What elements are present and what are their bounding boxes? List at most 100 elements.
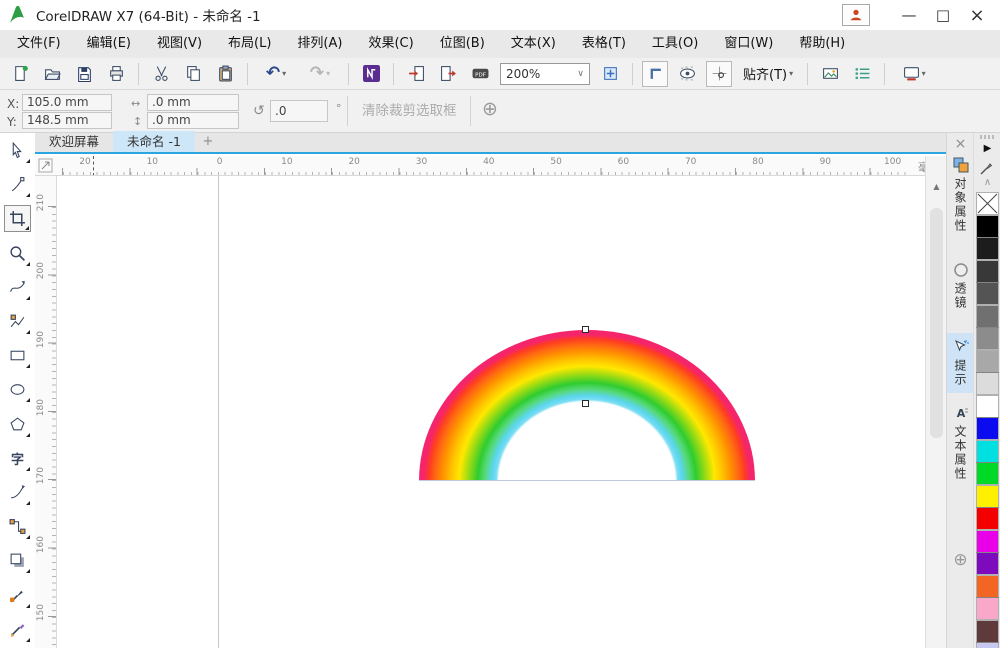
color-swatch-fff000[interactable] (977, 486, 998, 507)
show-grid-button[interactable] (674, 61, 700, 87)
color-swatch-1c1c1c[interactable] (977, 238, 998, 259)
node-handle-inner[interactable] (582, 400, 589, 407)
scrollbar-up-icon[interactable]: ▲ (926, 178, 947, 196)
account-avatar-button[interactable] (842, 4, 870, 26)
connector-tool[interactable] (4, 513, 31, 540)
horizontal-ruler[interactable]: 毫米 20100102030405060708090100 (35, 156, 946, 176)
menu-item-7[interactable]: 位图(B) (427, 30, 498, 58)
shape-tool[interactable] (4, 171, 31, 198)
show-rulers-button[interactable] (642, 61, 668, 87)
rectangle-tool[interactable] (4, 342, 31, 369)
palette-eyedropper-icon[interactable] (979, 160, 995, 176)
object-height-field[interactable]: .0 mm (147, 112, 239, 129)
options-button[interactable] (849, 61, 875, 87)
y-position-field[interactable]: 148.5 mm (22, 112, 112, 129)
menu-item-6[interactable]: 效果(C) (355, 30, 426, 58)
drop-shadow-tool[interactable] (4, 547, 31, 574)
color-swatch-707070[interactable] (977, 306, 998, 327)
zoom-level-combo[interactable]: 200% ∨ (500, 63, 590, 85)
color-swatch-none[interactable] (977, 193, 998, 214)
vertical-ruler[interactable]: 210200190180170160150 (35, 176, 57, 648)
x-position-field[interactable]: 105.0 mm (22, 94, 112, 111)
snap-to-menu-button[interactable]: 贴齐(T) ▾ (735, 62, 801, 86)
color-swatch-00e0e0[interactable] (977, 441, 998, 462)
color-swatch-5e3a3a[interactable] (977, 621, 998, 642)
color-swatch-dcdcdc[interactable] (977, 373, 998, 394)
search-content-button[interactable] (358, 61, 384, 87)
save-button[interactable] (71, 61, 97, 87)
drawing-canvas[interactable] (57, 176, 925, 648)
redo-button[interactable]: ↷▾ (301, 61, 339, 87)
menu-item-4[interactable]: 布局(L) (215, 30, 284, 58)
color-swatch-00d926[interactable] (977, 463, 998, 484)
menu-item-3[interactable]: 视图(V) (144, 30, 215, 58)
print-button[interactable] (103, 61, 129, 87)
menu-item-12[interactable]: 帮助(H) (786, 30, 858, 58)
dimension-tool[interactable] (4, 479, 31, 506)
palette-grip[interactable] (980, 135, 995, 139)
document-tab-2[interactable]: 未命名 -1 (113, 131, 195, 152)
import-button[interactable] (403, 61, 429, 87)
snap-settings-button[interactable] (706, 61, 732, 87)
color-swatch-ffffff[interactable] (977, 396, 998, 417)
color-swatch-545454[interactable] (977, 283, 998, 304)
menu-item-10[interactable]: 工具(O) (639, 30, 711, 58)
docker-tab-1[interactable]: 对象属性 (947, 157, 973, 233)
pick-tool[interactable] (4, 137, 31, 164)
clear-crop-marquee-button[interactable]: 清除裁剪选取框 (352, 98, 467, 124)
crop-tool[interactable] (4, 205, 31, 232)
color-swatch-e800e8[interactable] (977, 531, 998, 552)
docker-tab-2[interactable]: 透镜 (947, 262, 973, 310)
color-swatch-8c8c8c[interactable] (977, 328, 998, 349)
docker-tab-3[interactable]: 提示 (947, 333, 973, 393)
menu-item-5[interactable]: 排列(A) (284, 30, 355, 58)
cut-button[interactable] (148, 61, 174, 87)
vertical-scrollbar[interactable]: ▲ (925, 156, 946, 648)
color-swatch-c8c8f0[interactable] (977, 643, 998, 648)
color-swatch-f50000[interactable] (977, 508, 998, 529)
menu-item-9[interactable]: 表格(T) (569, 30, 639, 58)
docker-close-icon[interactable]: × (947, 135, 973, 153)
propbar-add-icon[interactable]: ⊕ (482, 98, 498, 120)
color-swatch-a8a8a8[interactable] (977, 351, 998, 372)
new-document-tab-button[interactable]: + (195, 131, 221, 152)
minimize-button[interactable]: — (892, 0, 926, 30)
close-button[interactable]: × (960, 0, 994, 30)
object-width-field[interactable]: .0 mm (147, 94, 239, 111)
text-tool[interactable]: 字 (4, 445, 31, 472)
color-swatch-7d0bbd[interactable] (977, 553, 998, 574)
menu-item-8[interactable]: 文本(X) (498, 30, 569, 58)
ellipse-tool[interactable] (4, 376, 31, 403)
color-swatch-f9a8c9[interactable] (977, 598, 998, 619)
export-button[interactable] (435, 61, 461, 87)
copy-button[interactable] (180, 61, 206, 87)
undo-button[interactable]: ↶▾ (257, 61, 295, 87)
menu-item-11[interactable]: 窗口(W) (711, 30, 786, 58)
docker-tab-4[interactable]: A文本属性 (947, 405, 973, 481)
maximize-button[interactable]: □ (926, 0, 960, 30)
menu-item-2[interactable]: 编辑(E) (74, 30, 144, 58)
smart-drawing-tool[interactable] (4, 308, 31, 335)
publish-to-pdf-button[interactable]: PDF (467, 61, 493, 87)
palette-flyout-icon[interactable]: ▶ (974, 143, 1000, 154)
polygon-tool[interactable] (4, 411, 31, 438)
rotation-angle-field[interactable]: .0 (270, 100, 328, 122)
new-document-button[interactable] (7, 61, 33, 87)
ruler-origin-icon[interactable] (35, 156, 57, 176)
zoom-to-page-button[interactable] (597, 61, 623, 87)
scrollbar-thumb[interactable] (930, 208, 943, 438)
document-tab-1[interactable]: 欢迎屏幕 (35, 131, 113, 152)
welcome-screen-button[interactable] (817, 61, 843, 87)
freehand-tool[interactable] (4, 274, 31, 301)
color-swatch-383838[interactable] (977, 261, 998, 282)
color-swatch-0b0bf0[interactable] (977, 418, 998, 439)
color-swatch-f26522[interactable] (977, 576, 998, 597)
zoom-tool[interactable] (4, 240, 31, 267)
docker-add-icon[interactable]: ⊕ (947, 550, 973, 570)
application-launcher-button[interactable]: ▾ (894, 61, 934, 87)
color-eyedropper-tool[interactable] (4, 582, 31, 609)
palette-scroll-up-icon[interactable]: ∧ (974, 177, 1000, 188)
interactive-fill-tool[interactable] (4, 616, 31, 643)
paste-button[interactable] (212, 61, 238, 87)
open-button[interactable] (39, 61, 65, 87)
